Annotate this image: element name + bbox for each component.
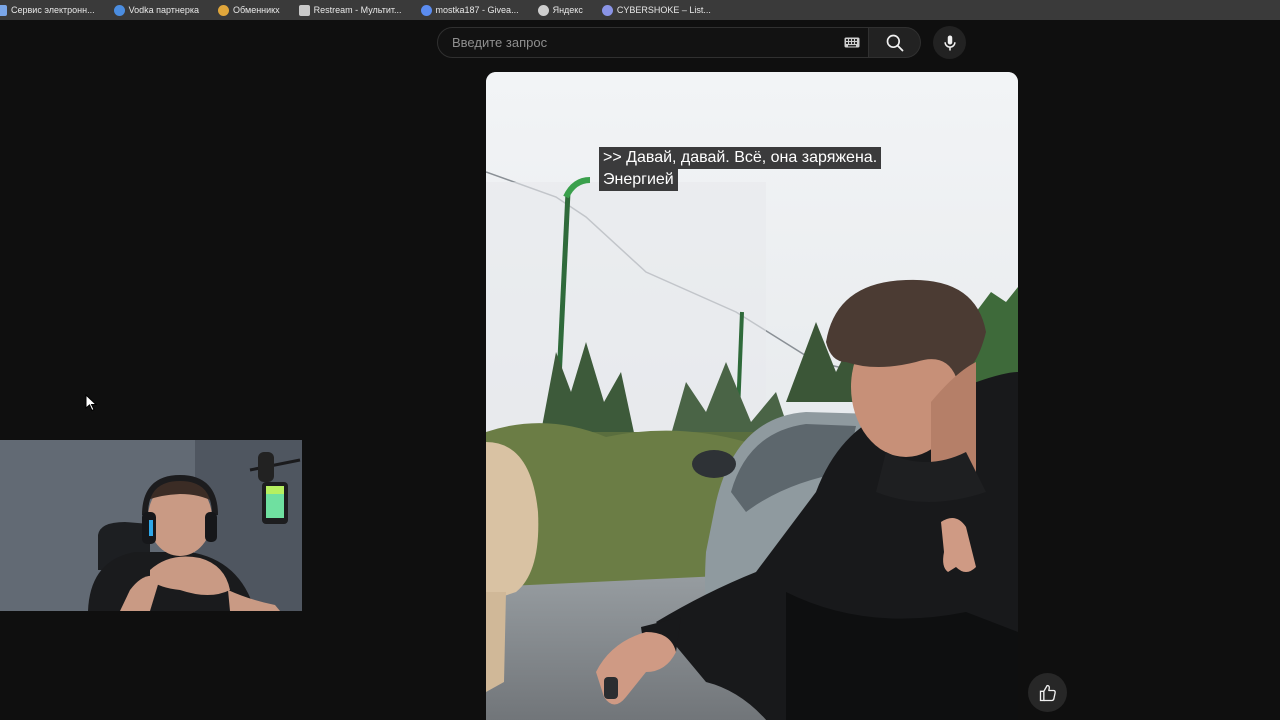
search-icon (886, 34, 903, 51)
microphone-icon (943, 35, 956, 50)
short-video-player[interactable]: >> Давай, давай. Всё, она заряжена. Энер… (486, 72, 1018, 720)
video-caption: >> Давай, давай. Всё, она заряжена. Энер… (599, 147, 882, 191)
bookmark-favicon-icon (113, 4, 125, 16)
bookmark-label: Vodka партнерка (128, 5, 200, 15)
bookmark-favicon-icon (420, 4, 432, 16)
bookmark-item[interactable]: Яндекс (537, 4, 583, 16)
webcam-image (0, 440, 302, 611)
like-button[interactable] (1028, 673, 1067, 712)
bookmark-favicon-icon (0, 4, 7, 16)
bookmark-label: CYBERSHOKE – List... (616, 5, 711, 15)
bookmark-favicon-icon (537, 4, 549, 16)
bookmark-label: mostka187 - Givea... (435, 5, 519, 15)
caption-line: Энергией (599, 169, 678, 191)
bookmarks-bar: Сервис электронн... Vodka партнерка Обме… (0, 0, 1280, 20)
bookmark-item[interactable]: Restream - Мультит... (298, 4, 402, 16)
voice-search-button[interactable] (933, 26, 966, 59)
bookmark-favicon-icon (298, 4, 310, 16)
bookmark-label: Сервис электронн... (11, 5, 95, 15)
bookmark-item[interactable]: CYBERSHOKE – List... (601, 4, 711, 16)
thumbs-up-icon (1039, 684, 1056, 701)
mouse-cursor-icon (85, 394, 97, 412)
bookmark-label: Restream - Мультит... (313, 5, 402, 15)
bookmark-favicon-icon (601, 4, 613, 16)
bookmark-favicon-icon (218, 4, 230, 16)
bookmark-item[interactable]: mostka187 - Givea... (420, 4, 519, 16)
bookmark-item[interactable]: Vodka партнерка (113, 4, 200, 16)
page: Сервис электронн... Vodka партнерка Обме… (0, 0, 1280, 720)
search-input[interactable] (450, 34, 844, 51)
bookmark-label: Обменникх (233, 5, 280, 15)
webcam-overlay (0, 440, 302, 611)
bookmark-item[interactable]: Обменникх (218, 4, 280, 16)
search-button[interactable] (869, 27, 921, 58)
caption-line: >> Давай, давай. Всё, она заряжена. (599, 147, 882, 169)
bookmark-item[interactable]: Сервис электронн... (0, 4, 95, 16)
bookmark-label: Яндекс (552, 5, 583, 15)
keyboard-icon[interactable] (844, 37, 860, 48)
search-box (437, 27, 869, 58)
